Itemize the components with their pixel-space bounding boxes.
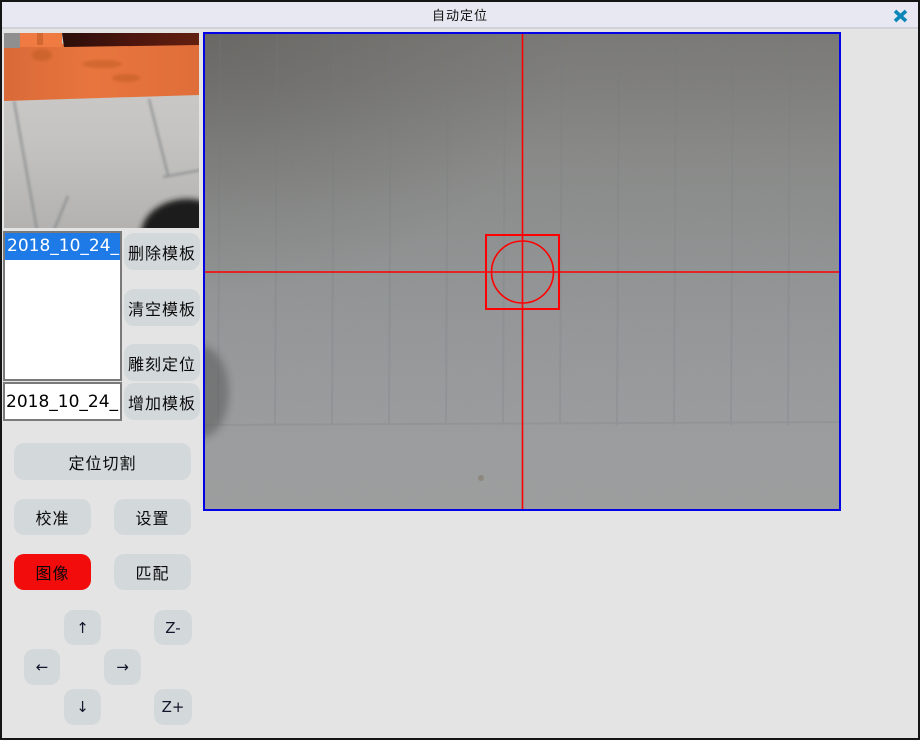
calibrate-button[interactable]: 校准: [14, 499, 91, 535]
settings-button[interactable]: 设置: [114, 499, 191, 535]
add-template-button[interactable]: 增加模板: [124, 383, 200, 420]
jog-right-button[interactable]: →: [104, 649, 141, 685]
position-cut-button[interactable]: 定位切割: [14, 443, 191, 480]
window-title: 自动定位: [432, 5, 488, 24]
auto-positioning-dialog: 自动定位: [0, 0, 920, 740]
jog-down-button[interactable]: ↓: [64, 689, 101, 725]
close-icon: [893, 9, 908, 23]
engrave-position-button[interactable]: 雕刻定位: [124, 344, 200, 381]
template-list[interactable]: 2018_10_24_11: [3, 231, 122, 381]
match-button[interactable]: 匹配: [114, 554, 191, 590]
jog-up-button[interactable]: ↑: [64, 610, 101, 645]
jog-z-minus-button[interactable]: Z-: [154, 610, 192, 645]
template-name-input[interactable]: [3, 382, 122, 421]
template-list-item[interactable]: 2018_10_24_11: [5, 233, 120, 260]
jog-z-plus-button[interactable]: Z+: [154, 689, 192, 725]
close-button[interactable]: [889, 6, 911, 26]
jog-left-button[interactable]: ←: [24, 649, 60, 685]
title-bar: 自动定位: [2, 2, 918, 29]
clear-template-button[interactable]: 清空模板: [124, 289, 200, 326]
image-button[interactable]: 图像: [14, 554, 91, 590]
template-thumbnail: [4, 33, 199, 228]
delete-template-button[interactable]: 删除模板: [124, 233, 200, 270]
camera-view[interactable]: [203, 32, 841, 511]
